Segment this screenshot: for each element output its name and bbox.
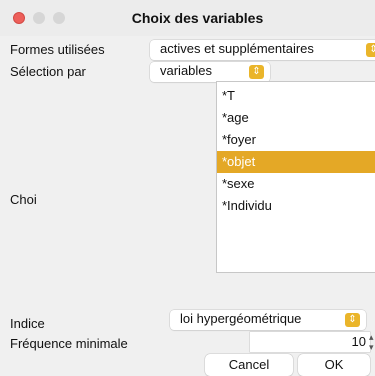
chevron-up-down-icon: ⇕ <box>366 43 375 57</box>
ok-button[interactable]: OK <box>298 354 370 376</box>
formes-value: actives et supplémentaires <box>160 41 314 56</box>
chevron-up-down-icon: ⇕ <box>249 65 264 79</box>
chevron-up-down-icon: ⇕ <box>345 313 360 327</box>
list-item[interactable]: *foyer <box>217 129 375 151</box>
indice-label: Indice <box>10 316 45 331</box>
title-bar: Choix des variables <box>0 0 375 36</box>
list-item[interactable]: *age <box>217 107 375 129</box>
cancel-button[interactable]: Cancel <box>205 354 293 376</box>
list-item[interactable]: *T <box>217 85 375 107</box>
window-title: Choix des variables <box>131 10 264 26</box>
dialog-content: Formes utilisées actives et supplémentai… <box>0 36 375 376</box>
selection-label: Sélection par <box>10 64 86 79</box>
choix-label: Choi <box>10 192 37 207</box>
indice-select[interactable]: loi hypergéométrique ⇕ <box>170 310 366 330</box>
list-item[interactable]: *Individu <box>217 195 375 217</box>
formes-select[interactable]: actives et supplémentaires ⇕ <box>150 40 375 60</box>
frequence-field[interactable]: 10 <box>250 332 370 352</box>
variables-list[interactable]: *T *age *foyer *objet *sexe *Individu <box>216 81 375 273</box>
stepper-arrows-icon[interactable]: ▴ ▾ <box>369 332 375 352</box>
selection-value: variables <box>160 63 213 78</box>
indice-value: loi hypergéométrique <box>180 311 302 326</box>
list-item[interactable]: *sexe <box>217 173 375 195</box>
formes-label: Formes utilisées <box>10 42 105 57</box>
list-item-selected[interactable]: *objet <box>217 151 375 173</box>
frequence-label: Fréquence minimale <box>10 336 128 351</box>
selection-select[interactable]: variables ⇕ <box>150 62 270 82</box>
